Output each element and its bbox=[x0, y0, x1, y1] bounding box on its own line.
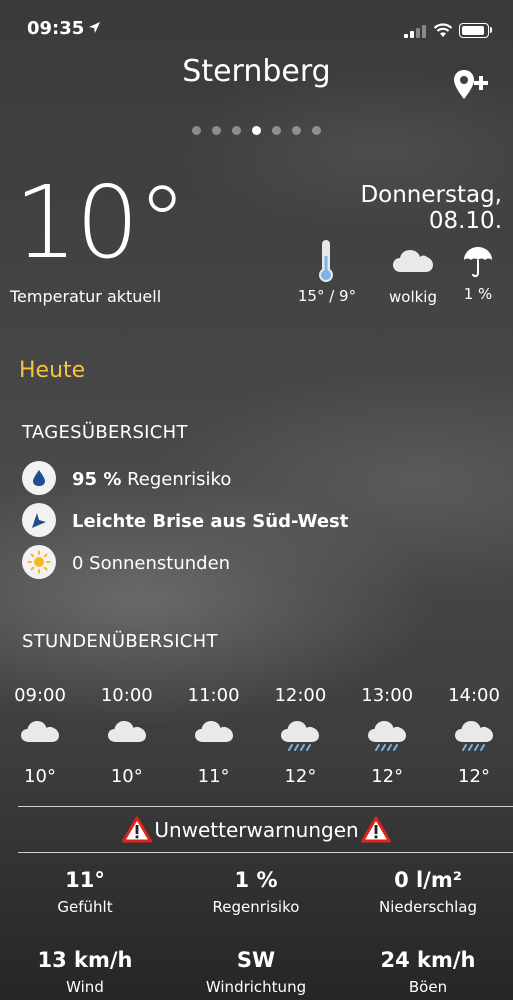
page-dot[interactable] bbox=[232, 126, 241, 135]
current-temperature-label: Temperatur aktuell bbox=[10, 287, 162, 306]
location-arrow-icon bbox=[89, 22, 100, 33]
hour-temp: 12° bbox=[284, 766, 317, 787]
hourly-title: STUNDENÜBERSICHT bbox=[22, 631, 218, 652]
warning-icon-right bbox=[360, 816, 391, 843]
hour-time: 12:00 bbox=[274, 685, 327, 706]
hour-time: 09:00 bbox=[14, 685, 66, 706]
hour-column[interactable]: 11:00 11° bbox=[179, 685, 249, 787]
page-indicator[interactable] bbox=[0, 126, 513, 135]
page-dot[interactable] bbox=[192, 126, 201, 135]
hour-column[interactable]: 10:00 10° bbox=[92, 685, 162, 787]
divider-bottom bbox=[18, 852, 513, 853]
stat-label: Regenrisiko bbox=[212, 898, 300, 916]
page-dot[interactable] bbox=[312, 126, 321, 135]
sun-icon bbox=[22, 545, 56, 579]
cloud-icon bbox=[92, 718, 162, 766]
stat-label: Gefühlt bbox=[57, 898, 113, 916]
stat-value: 1 % bbox=[234, 868, 278, 892]
thermometer-icon bbox=[319, 240, 333, 282]
stat-value: SW bbox=[236, 948, 276, 972]
hour-time: 13:00 bbox=[361, 685, 414, 706]
cloud-rain-icon bbox=[352, 718, 422, 766]
hour-temp: 10° bbox=[24, 766, 56, 787]
battery-icon bbox=[459, 23, 489, 38]
hour-temp: 10° bbox=[110, 766, 143, 787]
hour-column[interactable]: 14:00 12° bbox=[439, 685, 509, 787]
summary-rain-chance: 1 % bbox=[463, 285, 493, 303]
stat-wind-direction: SW Windrichtung bbox=[171, 948, 341, 996]
rain-risk-value: 95 % bbox=[72, 469, 122, 490]
cellular-signal-icon bbox=[404, 25, 426, 38]
page-dot[interactable] bbox=[272, 126, 281, 135]
stat-value: 13 km/h bbox=[37, 948, 133, 972]
wind-direction-icon bbox=[22, 503, 56, 537]
cloud-icon bbox=[393, 250, 433, 272]
cloud-rain-icon bbox=[439, 718, 509, 766]
stat-rain-risk: 1 % Regenrisiko bbox=[171, 868, 341, 916]
stat-label: Windrichtung bbox=[205, 978, 307, 996]
current-temperature: 10° bbox=[14, 164, 187, 281]
wifi-icon bbox=[433, 23, 453, 37]
page-dot[interactable] bbox=[292, 126, 301, 135]
stat-value: 0 l/m² bbox=[394, 868, 462, 892]
stat-gusts: 24 km/h Böen bbox=[343, 948, 513, 996]
rain-risk-text: Regenrisiko bbox=[127, 469, 232, 490]
status-time: 09:35 bbox=[27, 18, 85, 39]
cloud-rain-icon bbox=[265, 718, 335, 766]
page-dot[interactable] bbox=[212, 126, 221, 135]
current-date: Donnerstag, 08.10. bbox=[360, 182, 502, 234]
stat-value: 24 km/h bbox=[380, 948, 476, 972]
cloud-icon bbox=[179, 718, 249, 766]
warnings-label: Unwetterwarnungen bbox=[154, 817, 359, 842]
hour-time: 10:00 bbox=[100, 685, 153, 706]
divider-top bbox=[18, 806, 513, 807]
stat-precipitation: 0 l/m² Niederschlag bbox=[343, 868, 513, 916]
hour-temp: 11° bbox=[197, 766, 230, 787]
hour-column[interactable]: 09:00 10° bbox=[5, 685, 75, 787]
cloud-icon bbox=[5, 718, 75, 766]
add-location-icon[interactable] bbox=[452, 68, 490, 102]
hour-time: 14:00 bbox=[448, 685, 500, 706]
hour-column[interactable]: 13:00 12° bbox=[352, 685, 422, 787]
wind-row-text: Leichte Brise aus Süd-West bbox=[72, 511, 349, 532]
sun-hours-text: 0 Sonnenstunden bbox=[72, 553, 231, 574]
raindrop-icon bbox=[22, 461, 56, 495]
stat-wind: 13 km/h Wind bbox=[0, 948, 170, 996]
today-label[interactable]: Heute bbox=[19, 358, 85, 383]
stat-label: Wind bbox=[66, 978, 104, 996]
day-overview-title: TAGESÜBERSICHT bbox=[22, 422, 188, 443]
hour-column[interactable]: 12:00 12° bbox=[265, 685, 335, 787]
rain-risk-row: 95 % Regenrisiko bbox=[72, 469, 231, 490]
hour-temp: 12° bbox=[371, 766, 404, 787]
battery-cap bbox=[490, 27, 492, 33]
warnings-button[interactable]: Unwetterwarnungen bbox=[0, 816, 513, 843]
summary-condition: wolkig bbox=[389, 288, 437, 306]
umbrella-icon bbox=[464, 247, 492, 278]
stat-value: 11° bbox=[65, 868, 105, 892]
warning-icon-left bbox=[122, 816, 153, 843]
stat-label: Niederschlag bbox=[379, 898, 477, 916]
stat-label: Böen bbox=[408, 978, 448, 996]
hour-time: 11:00 bbox=[187, 685, 240, 706]
stat-feels-like: 11° Gefühlt bbox=[0, 868, 170, 916]
hour-temp: 12° bbox=[458, 766, 490, 787]
summary-minmax: 15° / 9° bbox=[297, 287, 357, 305]
page-dot[interactable] bbox=[252, 126, 261, 135]
city-title: Sternberg bbox=[182, 54, 331, 89]
